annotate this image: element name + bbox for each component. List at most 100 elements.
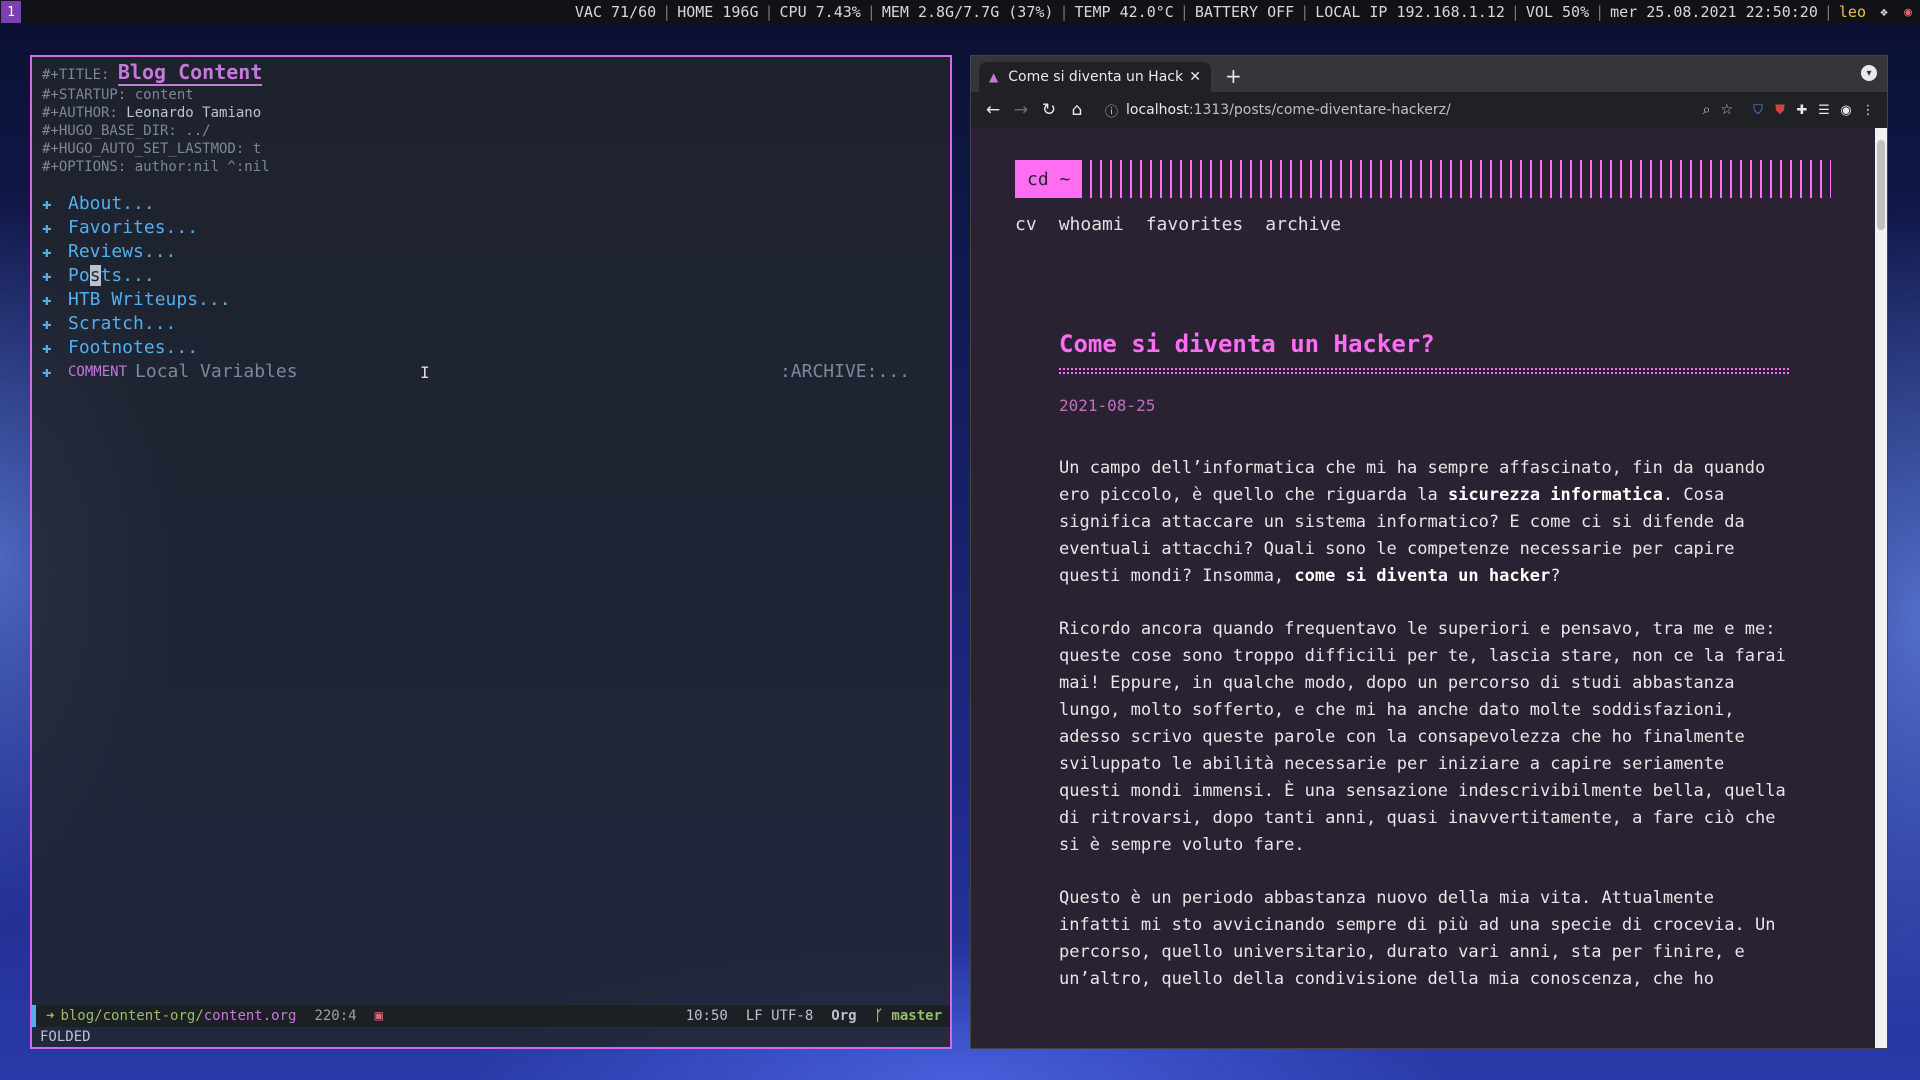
org-title: Blog Content [117, 60, 263, 86]
plus-bullet-icon: ✚ [42, 218, 52, 237]
page-scrollbar[interactable] [1875, 128, 1887, 1048]
nav-link-favorites[interactable]: favorites [1146, 214, 1244, 235]
tab-strip: ▲ Come si diventa un Hacker? ✕ + ▾ [971, 56, 1887, 92]
options-line: #+OPTIONS: author:nil ^:nil [42, 159, 270, 175]
url-host: localhost [1126, 102, 1189, 118]
author-keyword: #+AUTHOR: [42, 105, 118, 121]
p1-text-3: ? [1550, 566, 1561, 586]
workspace-indicator[interactable]: 1 [1, 1, 21, 23]
reading-list-icon[interactable]: ☰ [1813, 99, 1835, 121]
p1-bold-security: sicurezza informatica [1447, 485, 1663, 505]
close-tab-icon[interactable]: ✕ [1189, 69, 1201, 85]
site-nav: cv whoami favorites archive [1015, 214, 1341, 235]
modeline-major-mode[interactable]: Org [831, 1008, 856, 1024]
org-heading-scratch[interactable]: ✚ Scratch... [42, 312, 940, 336]
plus-bullet-icon: ✚ [42, 194, 52, 213]
address-bar[interactable]: ⓘ localhost:1313/posts/come-diventare-ha… [1099, 96, 1739, 124]
url-path: :1313/posts/come-diventare-hackerz/ [1188, 102, 1451, 118]
profile-avatar-icon[interactable]: ◉ [1835, 99, 1857, 121]
forward-button[interactable]: → [1007, 96, 1035, 124]
modeline-git-branch[interactable]: ᚴ master [875, 1008, 942, 1024]
modeline-encoding[interactable]: LF UTF-8 [746, 1008, 813, 1024]
heading-label: Reviews... [68, 241, 177, 262]
heading-label: Scratch... [68, 313, 177, 334]
org-heading-favorites[interactable]: ✚ Favorites... [42, 216, 940, 240]
reload-button[interactable]: ↻ [1035, 96, 1063, 124]
org-heading-about[interactable]: ✚ About... [42, 192, 940, 216]
author-line: #+AUTHOR: Leonardo Tamiano [42, 104, 940, 122]
heading-label: About... [68, 193, 155, 214]
site-info-icon[interactable]: ⓘ [1105, 101, 1118, 120]
org-heading-footnotes[interactable]: ✚ Footnotes... [42, 336, 940, 360]
modeline-position: 220:4 [314, 1008, 357, 1024]
dropbox-tray-icon[interactable]: ❖ [1875, 3, 1893, 21]
datetime-status: mer 25.08.2021 22:50:20 [1610, 3, 1818, 21]
browser-window[interactable]: ▲ Come si diventa un Hacker? ✕ + ▾ ← → ↻… [970, 55, 1888, 1049]
extensions-puzzle-icon[interactable]: ✚ [1791, 99, 1813, 121]
network-tray-icon[interactable]: ◉ [1899, 3, 1917, 21]
scrollbar-thumb[interactable] [1877, 140, 1885, 230]
site-favicon-icon: ▲ [989, 70, 999, 84]
browser-menu-icon[interactable]: ⋮ [1857, 99, 1879, 121]
article: Come si diventa un Hacker? 2021-08-25 Un… [1059, 330, 1789, 993]
org-heading-htb-writeups[interactable]: ✚ HTB Writeups... [42, 288, 940, 312]
user-status: leo [1838, 3, 1866, 21]
modeline: ➜ blog/content-org/content.org 220:4 ▣ 1… [32, 1005, 950, 1027]
zoom-icon[interactable]: ⌕ [1703, 102, 1711, 118]
echo-area: FOLDED [40, 1029, 91, 1045]
org-buffer[interactable]: #+TITLE: Blog Content #+STARTUP: content… [42, 60, 940, 384]
org-heading-posts[interactable]: ✚ Posts... [42, 264, 940, 288]
home-button[interactable]: ⌂ [1063, 96, 1091, 124]
org-heading-reviews[interactable]: ✚ Reviews... [42, 240, 940, 264]
mem-status: MEM 2.8G/7.7G (37%) [881, 3, 1054, 21]
modeline-directory: blog/content-org/ [60, 1008, 204, 1024]
post-title: Come si diventa un Hacker? [1059, 330, 1435, 358]
plus-bullet-icon: ✚ [42, 362, 52, 381]
org-title-line: #+TITLE: Blog Content [42, 60, 940, 86]
plus-bullet-icon: ✚ [42, 242, 52, 261]
bitwarden-extension-icon[interactable]: ⛉ [1747, 99, 1769, 121]
site-logo-link[interactable]: cd ~ [1015, 160, 1083, 198]
new-tab-button[interactable]: + [1225, 64, 1242, 88]
header-decorative-rule [1090, 160, 1831, 198]
post-date: 2021-08-25 [1059, 396, 1156, 415]
text-cursor: s [89, 265, 101, 286]
heading-label: Local Variables [135, 361, 298, 382]
nav-link-archive[interactable]: archive [1265, 214, 1341, 235]
plus-bullet-icon: ✚ [42, 290, 52, 309]
hugo-base-dir-line: #+HUGO_BASE_DIR: ../ [42, 123, 211, 139]
temp-status: TEMP 42.0°C [1074, 3, 1174, 21]
title-underline [1059, 368, 1789, 374]
title-keyword: #+TITLE: [42, 67, 110, 83]
emacs-window[interactable]: #+TITLE: Blog Content #+STARTUP: content… [30, 55, 952, 1049]
browser-toolbar: ← → ↻ ⌂ ⓘ localhost:1313/posts/come-dive… [971, 92, 1887, 128]
archive-tag: :ARCHIVE:... [779, 361, 910, 382]
paragraph-1: Un campo dell’informatica che mi ha semp… [1059, 455, 1789, 590]
status-bar: 1 VAC 71/60 | HOME 196G | CPU 7.43% | MEM 2… [0, 0, 1920, 24]
vac-status: VAC 71/60 [574, 3, 657, 21]
git-branch-name: master [891, 1008, 942, 1024]
hugo-lastmod-line: #+HUGO_AUTO_SET_LASTMOD: t [42, 141, 262, 157]
nav-link-whoami[interactable]: whoami [1059, 214, 1124, 235]
bookmark-star-icon[interactable]: ☆ [1720, 102, 1733, 118]
author-value: Leonardo Tamiano [126, 105, 262, 121]
nav-link-cv[interactable]: cv [1015, 214, 1037, 235]
plus-bullet-icon: ✚ [42, 338, 52, 357]
ublock-extension-icon[interactable]: ⛊ [1769, 99, 1791, 121]
heading-label: HTB Writeups... [68, 289, 231, 310]
volume-status: VOL 50% [1525, 3, 1590, 21]
plus-bullet-icon: ✚ [42, 266, 52, 285]
tab-active[interactable]: ▲ Come si diventa un Hacker? ✕ [979, 62, 1211, 92]
heading-label: Favorites... [68, 217, 199, 238]
site-header: cd ~ [1015, 160, 1831, 198]
startup-line: #+STARTUP: content [42, 87, 194, 103]
tab-search-icon[interactable]: ▾ [1861, 65, 1877, 81]
tab-title: Come si diventa un Hacker? [1008, 69, 1183, 85]
back-button[interactable]: ← [979, 96, 1007, 124]
p1-bold-hacker: come si diventa un hacker [1294, 566, 1551, 586]
org-heading-local-variables[interactable]: ✚ COMMENT Local Variables :ARCHIVE:... [42, 360, 940, 384]
plus-bullet-icon: ✚ [42, 314, 52, 333]
battery-status: BATTERY OFF [1194, 3, 1295, 21]
mouse-ibeam-cursor: I [420, 363, 430, 382]
cpu-status: CPU 7.43% [779, 3, 861, 21]
